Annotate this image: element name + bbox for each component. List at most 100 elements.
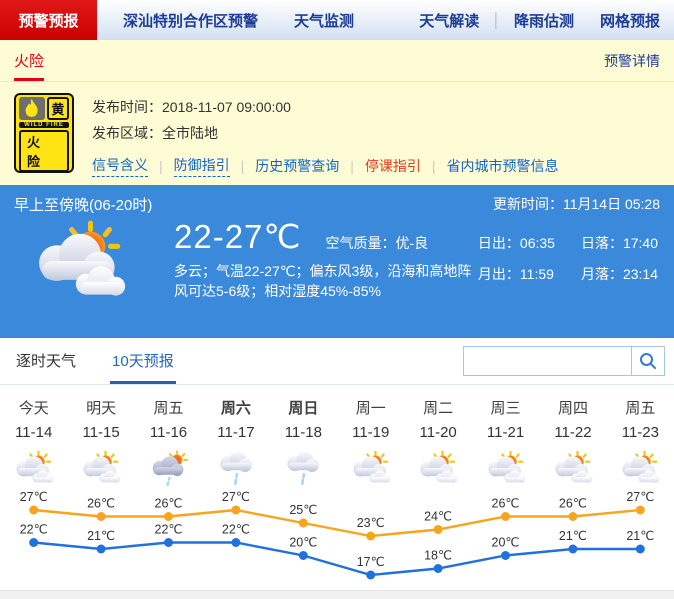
day-name: 周三 [490,400,521,417]
nav-link-grid-forecast[interactable]: 网格预报 [600,10,660,31]
search-button[interactable] [631,346,665,376]
warning-tab-fire[interactable]: 火险 [14,50,45,81]
search-input[interactable] [463,346,632,376]
low-temp-point [29,538,39,547]
forecast-day-column[interactable]: 明天 11-15 [67,397,134,491]
forecast-day-column[interactable]: 周一 11-19 [337,397,404,491]
warning-detail-link[interactable]: 预警详情 [604,51,660,71]
forecast-period: 早上至傍晚(06-20时) [14,197,153,214]
partly-cloudy-icon [551,450,595,486]
low-temp-label: 18℃ [424,549,452,563]
partly-cloudy-icon [28,219,132,303]
publish-area-value: 全市陆地 [162,125,218,141]
high-temp-label: 24℃ [424,510,452,524]
high-temp-label: 27℃ [20,491,48,504]
warning-tab-bar: 火险 预警详情 [0,40,674,82]
low-temp-point [164,538,173,547]
high-temp-label: 25℃ [289,503,317,517]
high-temp-label: 23℃ [357,516,385,530]
high-temp-point [96,512,106,521]
low-temp-label: 22℃ [222,523,250,537]
update-time-value: 11月14日 05:28 [562,196,660,212]
low-temp-label: 20℃ [289,536,317,550]
day-name: 周二 [423,400,454,417]
forecast-day-column[interactable]: 周三 11-21 [472,397,539,491]
forecast-day-column[interactable]: 周四 11-22 [539,397,606,491]
weather-description: 多云；气温22-27℃；偏东风3级，沿海和高地阵风可达5-6级；相对湿度45%-… [174,263,472,299]
high-temp-point [366,531,376,541]
sunrise-time: 日出：06:35 [477,235,555,251]
day-date: 11-22 [554,424,592,441]
air-quality-value: 优-良 [395,235,429,251]
link-history-query[interactable]: 历史预警查询 [255,156,339,176]
day-name: 周六 [220,400,251,417]
update-time-label: 更新时间： [492,196,563,212]
publish-time-line: 发布时间：2018-11-07 09:00:00 [92,94,559,120]
forecast-day-column[interactable]: 今天 11-14 [0,397,67,491]
moonrise-time: 月出：11:59 [477,266,554,282]
temperature-range: 22-27℃ [174,218,302,255]
low-temp-label: 21℃ [626,529,654,543]
warning-level-char: 黄 [46,97,69,120]
low-temp-point [568,544,578,554]
nav-link-weather-interpretation[interactable]: 天气解读 [419,10,479,31]
low-temp-label: 20℃ [492,536,520,550]
forecast-day-row: 今天 11-14 明天 11-15 周五 11-16 周六 11-17 周日 11-18 周一 11-… [0,385,674,491]
current-weather-panel: 早上至傍晚(06-20时) 更新时间：11月14日 05:28 22-27℃ 空… [0,185,674,338]
high-temp-label: 26℃ [492,497,520,511]
low-temp-point [298,551,308,560]
publish-area-label: 发布区域： [92,125,162,141]
publish-time-value: 2018-11-07 09:00:00 [162,99,291,115]
warning-type-en: WILD FIRE [19,122,69,128]
forecast-day-column[interactable]: 周五 11-16 [135,397,202,491]
link-signal-meaning[interactable]: 信号含义 [92,155,148,177]
nav-tab-warning-forecast[interactable]: 预警预报 [0,0,97,40]
high-temp-point [231,505,241,515]
day-name: 明天 [86,400,117,417]
high-temp-point [298,518,308,528]
nav-tab-shenshan[interactable]: 深汕特别合作区预警 [123,10,258,31]
high-temp-point [501,512,510,521]
partly-cloudy-icon [416,450,460,486]
low-temp-point [501,551,510,560]
update-time: 更新时间：11月14日 05:28 [493,194,660,215]
forecast-day-column[interactable]: 周日 11-18 [270,397,337,491]
astro-times: 日出：06:35 日落：17:40 月出：11:59 月落：23:14 [478,233,658,303]
forecast-day-column[interactable]: 周五 11-23 [607,397,674,491]
low-temp-label: 21℃ [87,529,115,543]
magnifier-icon [640,353,656,369]
low-temp-point [433,564,443,573]
day-date: 11-23 [621,424,659,441]
link-defense-guide[interactable]: 防御指引 [173,155,230,177]
tab-hourly-weather[interactable]: 逐时天气 [14,350,78,384]
low-temp-point [96,544,106,554]
partly-cloudy-icon [79,450,123,486]
forecast-day-column[interactable]: 周六 11-17 [202,397,269,491]
nav-tab-weather-monitor[interactable]: 天气监测 [294,10,354,31]
low-temp-point [366,570,376,580]
shower-sun-icon [147,450,191,486]
link-province-warnings[interactable]: 省内城市预警信息 [447,156,559,176]
partly-cloudy-icon [484,450,528,486]
high-temp-label: 26℃ [559,497,587,511]
day-name: 周五 [153,400,184,417]
top-nav: 预警预报 深汕特别合作区预警 天气监测 天气解读 │ 降雨估测 网格预报 [0,0,674,40]
sunset-time: 日落：17:40 [580,235,658,251]
low-temp-point [231,538,241,547]
nav-divider: │ [492,12,501,28]
link-class-suspension[interactable]: 停课指引 [365,156,421,176]
low-temp-label: 17℃ [357,555,385,569]
nav-link-rain-estimate[interactable]: 降雨估测 [514,10,574,31]
day-date: 11-20 [419,424,457,441]
air-quality-label: 空气质量： [325,235,396,251]
forecast-day-column[interactable]: 周二 11-20 [404,397,471,491]
temperature-chart: 27℃ 26℃ 26℃ 27℃ 25℃ 23℃ 24℃ 26℃ 26℃ 27℃ 22℃ 21℃ 22℃ 2… [20,490,654,580]
rain-icon [214,450,258,486]
tab-ten-day-forecast[interactable]: 10天预报 [110,350,176,384]
publish-time-label: 发布时间： [92,99,162,115]
high-temp-point [164,512,173,521]
day-date: 11-14 [15,424,53,441]
high-temp-point [433,525,443,534]
partly-cloudy-icon [349,450,393,486]
day-date: 11-21 [486,424,525,441]
